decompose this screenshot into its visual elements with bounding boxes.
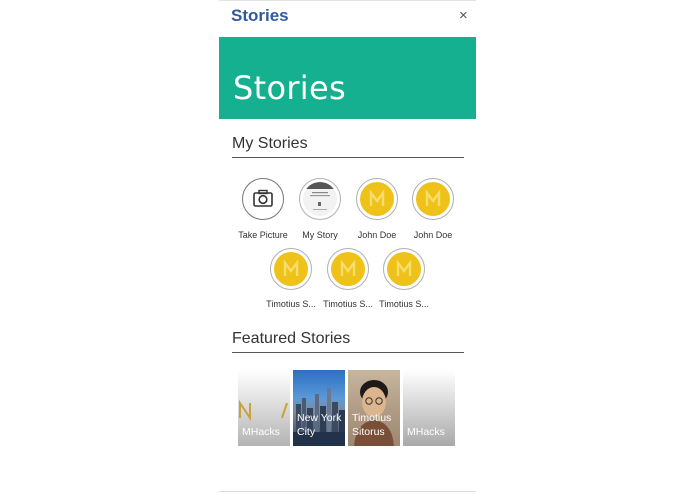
stories-panel: Stories × Stories My Stories Take Pictur… <box>219 0 476 494</box>
mhacks-logo-icon <box>416 182 450 216</box>
stories-banner: Stories <box>219 37 476 119</box>
top-divider <box>219 0 476 1</box>
take-picture-button[interactable] <box>242 178 284 220</box>
bottom-divider <box>219 491 476 492</box>
featured-story-label: MHacks <box>242 426 280 438</box>
featured-story-tile[interactable]: MHacks <box>238 370 290 446</box>
mhacks-logo-icon <box>331 252 365 286</box>
story-avatar-timotius[interactable] <box>327 248 369 290</box>
story-label-timotius: Timotius S... <box>266 299 316 309</box>
camera-icon <box>253 189 273 207</box>
featured-story-label: MHacks <box>407 426 445 438</box>
featured-story-tile[interactable]: MHacks <box>403 370 455 446</box>
story-label-timotius: Timotius S... <box>323 299 373 309</box>
featured-story-label: New York City <box>297 412 342 438</box>
story-label-john-doe: John Doe <box>413 230 453 240</box>
featured-story-tile[interactable]: Timotius Sitorus <box>348 370 400 446</box>
banner-title: Stories <box>233 69 346 107</box>
mhacks-logo-icon <box>360 182 394 216</box>
story-avatar-john-doe[interactable] <box>356 178 398 220</box>
story-label-john-doe: John Doe <box>357 230 397 240</box>
close-icon[interactable]: × <box>459 8 468 24</box>
my-stories-heading: My Stories <box>232 135 308 152</box>
my-story-avatar[interactable] <box>299 178 341 220</box>
my-stories-divider <box>232 157 464 158</box>
story-avatar-timotius[interactable] <box>270 248 312 290</box>
take-picture-label: Take Picture <box>238 230 288 240</box>
featured-stories-divider <box>232 352 464 353</box>
story-avatar-john-doe[interactable] <box>412 178 454 220</box>
story-thumbnail <box>303 182 337 216</box>
mhacks-logo-icon <box>387 252 421 286</box>
story-label-timotius: Timotius S... <box>379 299 429 309</box>
window-title: Stories <box>231 6 289 25</box>
my-story-label: My Story <box>302 230 338 240</box>
featured-story-tile[interactable]: New York City <box>293 370 345 446</box>
story-avatar-timotius[interactable] <box>383 248 425 290</box>
mhacks-logo-icon <box>274 252 308 286</box>
featured-story-label: Timotius Sitorus <box>352 412 392 438</box>
featured-stories-heading: Featured Stories <box>232 330 351 347</box>
